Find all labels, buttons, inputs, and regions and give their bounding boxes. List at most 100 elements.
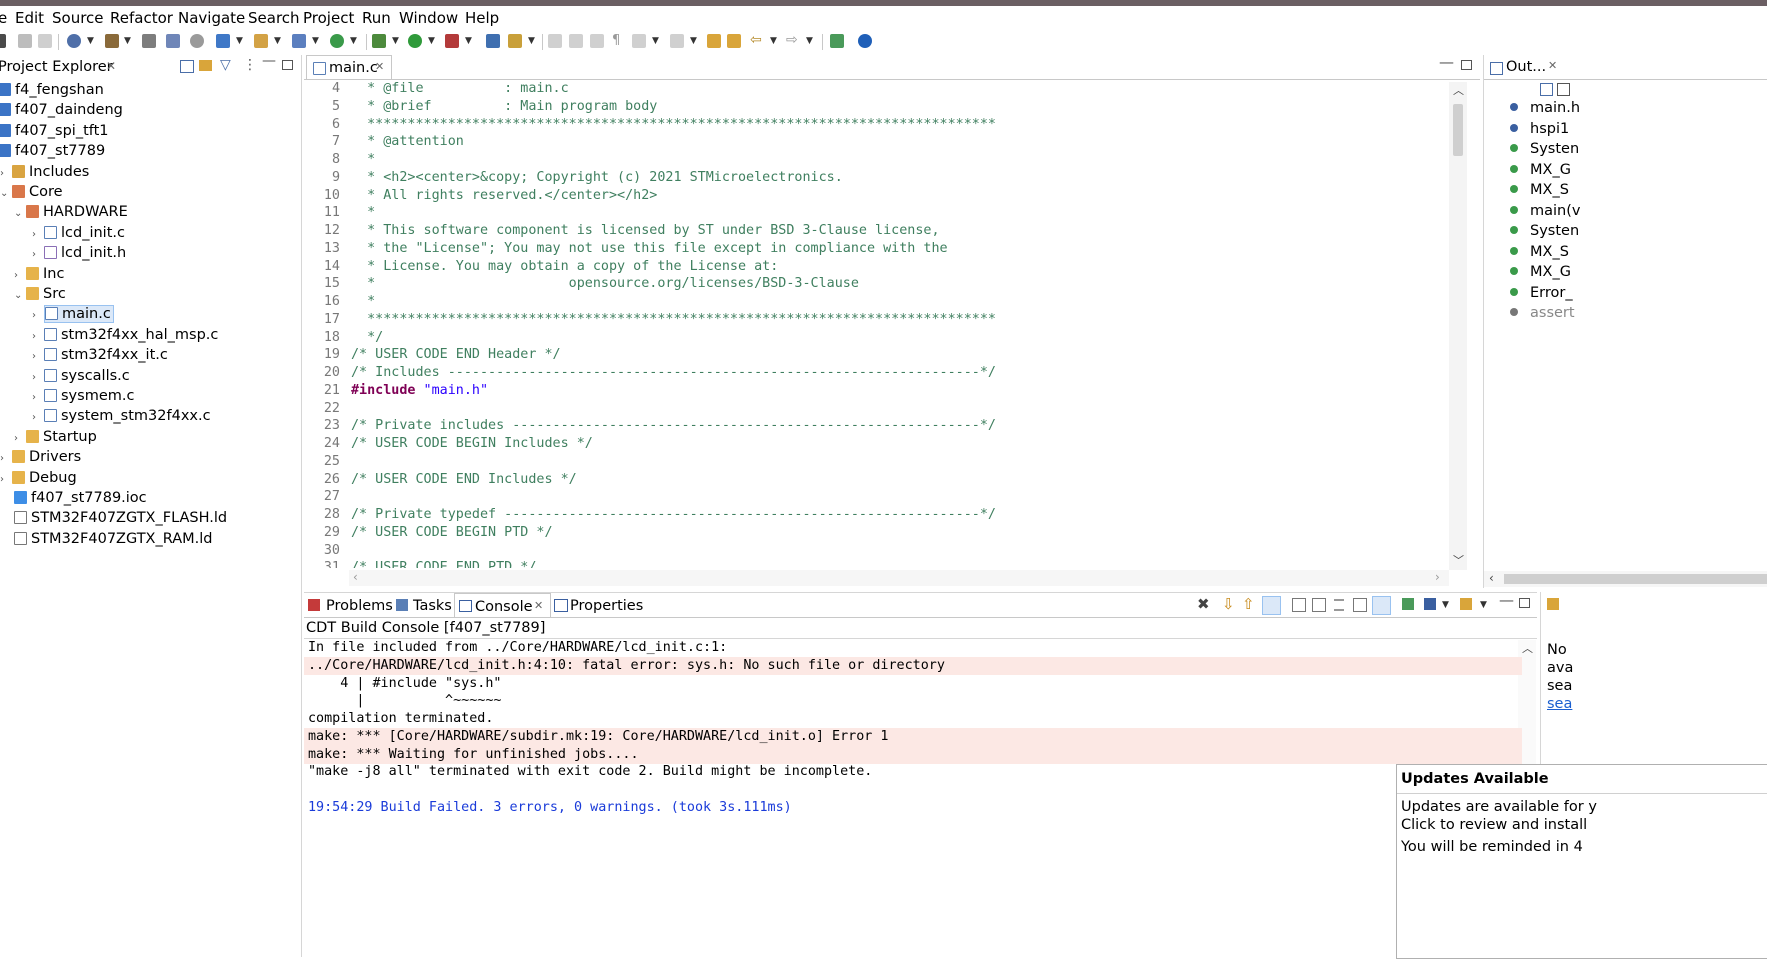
- chevron-down-icon[interactable]: ▼: [124, 36, 131, 46]
- menu-help[interactable]: Help: [465, 9, 499, 27]
- debug-icon[interactable]: [372, 34, 386, 48]
- build-config-icon[interactable]: [67, 34, 81, 48]
- outline-item[interactable]: MX_S: [1510, 244, 1569, 260]
- tree-item-hal-msp[interactable]: › stm32f4xx_hal_msp.c: [32, 325, 218, 345]
- next-annotation-icon[interactable]: [632, 34, 646, 48]
- chevron-down-icon[interactable]: ▼: [236, 36, 243, 46]
- console-view-icon[interactable]: [1460, 598, 1472, 610]
- save-icon[interactable]: [18, 34, 32, 48]
- tree-item-flash-ld[interactable]: STM32F407ZGTX_FLASH.ld: [14, 508, 227, 528]
- forward-icon[interactable]: ⇨: [786, 32, 798, 48]
- chevron-right-icon[interactable]: ›: [32, 347, 44, 367]
- maximize-icon[interactable]: [1519, 598, 1530, 608]
- toggle-breadcrumb-icon[interactable]: [569, 34, 583, 48]
- close-icon[interactable]: ✕: [1548, 59, 1557, 72]
- run-icon[interactable]: [408, 34, 422, 48]
- chevron-down-icon[interactable]: ▼: [312, 36, 319, 46]
- tree-item-core[interactable]: ⌄ Core: [0, 182, 63, 202]
- debug-target-icon[interactable]: [190, 34, 204, 48]
- minimize-icon[interactable]: —: [262, 53, 276, 69]
- new-icon[interactable]: [0, 34, 6, 48]
- tree-item-f407-spi-tft1[interactable]: f407_spi_tft1: [0, 121, 109, 141]
- chevron-right-icon[interactable]: ›: [0, 449, 12, 469]
- outline-item[interactable]: assert: [1510, 305, 1575, 321]
- tree-item-ioc[interactable]: f407_st7789.ioc: [14, 488, 147, 508]
- chevron-left-icon[interactable]: ‹: [353, 570, 358, 584]
- tab-properties[interactable]: Properties: [570, 598, 643, 614]
- tree-item-syscalls[interactable]: › syscalls.c: [32, 366, 130, 386]
- tree-item-drivers[interactable]: › Drivers: [0, 447, 81, 467]
- outline-tab[interactable]: Out...: [1506, 59, 1546, 75]
- filter-icon[interactable]: ▽: [220, 57, 231, 73]
- outline-item[interactable]: Systen: [1510, 223, 1579, 239]
- tree-item-lcd-init-h[interactable]: › lcd_init.h: [32, 243, 126, 263]
- menu-file[interactable]: e: [0, 9, 7, 27]
- open-perspective-icon[interactable]: [830, 34, 844, 48]
- next-edit-icon[interactable]: [727, 34, 741, 48]
- terminate-icon[interactable]: ✖: [1197, 595, 1210, 613]
- horizontal-scrollbar[interactable]: ‹: [1484, 571, 1767, 587]
- chevron-up-icon[interactable]: ︿: [1453, 82, 1464, 98]
- code-area[interactable]: 4 * @file : main.c 5 * @brief : Main prog…: [304, 80, 1449, 568]
- tab-console[interactable]: Console ✕: [454, 593, 551, 618]
- chevron-right-icon[interactable]: ›: [32, 245, 44, 265]
- new-file-icon[interactable]: [292, 34, 306, 48]
- chevron-left-icon[interactable]: ‹: [1489, 571, 1494, 585]
- chevron-down-icon[interactable]: ▼: [465, 36, 472, 46]
- chevron-right-icon[interactable]: ›: [0, 470, 12, 490]
- tree-item-debug[interactable]: › Debug: [0, 468, 77, 488]
- outline-item[interactable]: MX_S: [1510, 182, 1569, 198]
- link-editor-icon[interactable]: [199, 60, 212, 71]
- chevron-right-icon[interactable]: ›: [32, 368, 44, 388]
- menu-window[interactable]: Window: [399, 9, 458, 27]
- menu-navigate[interactable]: Navigate: [178, 9, 245, 27]
- vertical-scrollbar[interactable]: ︿ ﹀: [1449, 82, 1467, 570]
- menu-source[interactable]: Source: [52, 9, 104, 27]
- chevron-down-icon[interactable]: ▼: [528, 36, 535, 46]
- tree-item-f407-st7789[interactable]: f407_st7789: [0, 141, 105, 161]
- horizontal-scrollbar[interactable]: ‹ ›: [349, 570, 1449, 586]
- chevron-right-icon[interactable]: ›: [32, 327, 44, 347]
- chevron-down-icon[interactable]: ▼: [690, 36, 697, 46]
- tree-item-main-c[interactable]: › main.c: [32, 304, 114, 324]
- chevron-down-icon[interactable]: ▼: [350, 36, 357, 46]
- menu-run[interactable]: Run: [362, 9, 391, 27]
- new-console-icon[interactable]: [1424, 598, 1436, 610]
- chevron-right-icon[interactable]: ›: [32, 408, 44, 428]
- maximize-icon[interactable]: [282, 60, 293, 70]
- outline-item[interactable]: MX_G: [1510, 162, 1571, 178]
- tree-item-it[interactable]: › stm32f4xx_it.c: [32, 345, 168, 365]
- pin-console-icon[interactable]: [1353, 598, 1367, 612]
- outline-item[interactable]: main.h: [1510, 100, 1580, 116]
- chevron-down-icon[interactable]: ▼: [806, 36, 813, 46]
- prev-annotation-icon[interactable]: [670, 34, 684, 48]
- close-icon[interactable]: ✕: [375, 60, 384, 73]
- scroll-lock-down-icon[interactable]: ⇩: [1222, 595, 1235, 613]
- close-icon[interactable]: ✕: [106, 59, 116, 73]
- minimize-icon[interactable]: —: [1499, 591, 1514, 609]
- outline-item[interactable]: MX_G: [1510, 264, 1571, 280]
- scroll-thumb[interactable]: [1504, 574, 1767, 584]
- outline-item[interactable]: Systen: [1510, 141, 1579, 157]
- chevron-down-icon[interactable]: ▼: [428, 36, 435, 46]
- hammer-icon[interactable]: [105, 34, 119, 48]
- tree-item-startup[interactable]: › Startup: [14, 427, 97, 447]
- search-link[interactable]: sea: [1547, 696, 1572, 712]
- tree-item-includes[interactable]: › Includes: [0, 162, 89, 182]
- show-whitespace-icon[interactable]: ¶: [612, 33, 620, 48]
- scroll-thumb[interactable]: [1453, 104, 1463, 156]
- search-icon[interactable]: [508, 34, 522, 48]
- view-menu-icon[interactable]: ⋮: [243, 57, 257, 73]
- maximize-icon[interactable]: [1461, 60, 1472, 70]
- external-tools-icon[interactable]: [445, 34, 459, 48]
- collapse-all-icon[interactable]: [180, 60, 194, 73]
- word-wrap-icon[interactable]: [1262, 596, 1281, 615]
- display-selected-icon[interactable]: [1372, 596, 1391, 615]
- tree-item-sysmem[interactable]: › sysmem.c: [32, 386, 134, 406]
- chevron-right-icon[interactable]: ›: [32, 306, 44, 326]
- tree-item-f4-fengshan[interactable]: f4_fengshan: [0, 80, 104, 100]
- open-console-icon[interactable]: [1402, 598, 1414, 610]
- tab-main-c[interactable]: main.c ✕: [306, 55, 392, 80]
- save-all-icon[interactable]: [38, 34, 52, 48]
- chevron-down-icon[interactable]: ﹀: [1453, 552, 1464, 568]
